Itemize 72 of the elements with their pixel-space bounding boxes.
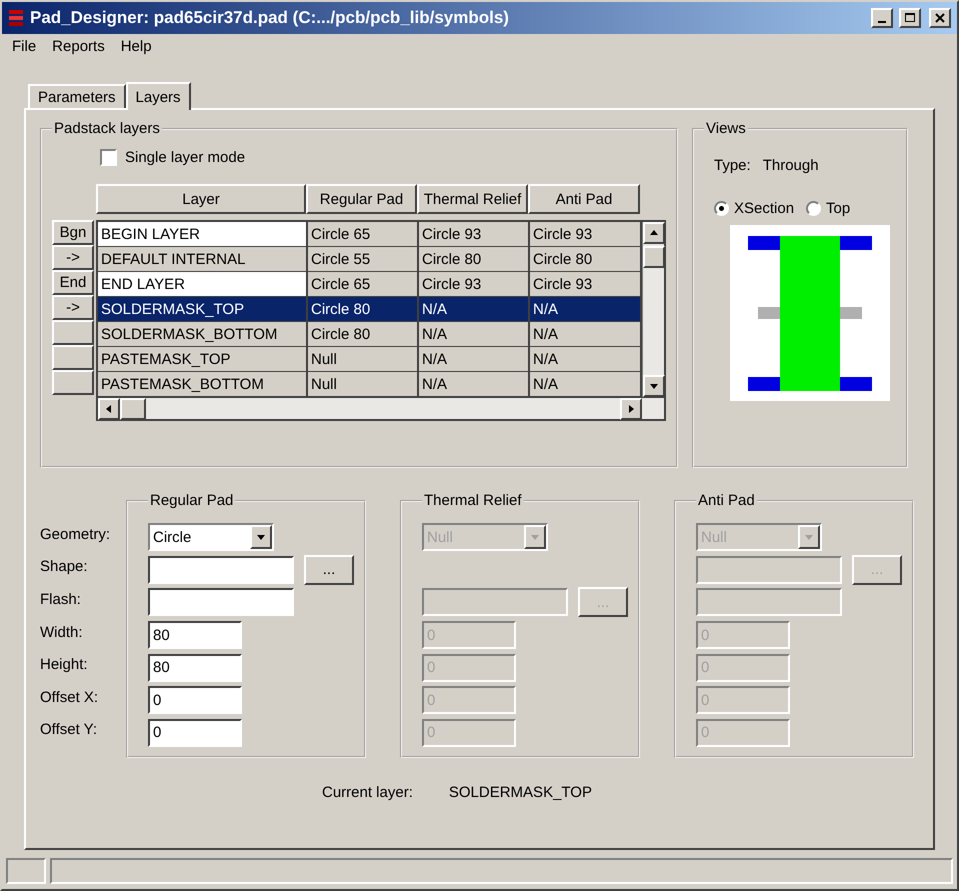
scroll-left-icon — [104, 404, 114, 414]
input-field[interactable]: 80 — [148, 621, 242, 650]
group-title: Thermal Relief — [423, 492, 523, 509]
input-field[interactable] — [148, 588, 294, 616]
browse-button[interactable]: ... — [304, 554, 354, 585]
field-label: Height: — [40, 655, 89, 676]
close-button[interactable] — [929, 8, 951, 28]
field-label: Width: — [40, 622, 84, 643]
group-title: Regular Pad — [149, 492, 234, 509]
table-cell[interactable]: N/A — [419, 297, 530, 321]
close-icon — [935, 13, 945, 23]
field-label: Shape: — [40, 557, 89, 578]
group-title: Padstack layers — [53, 120, 161, 137]
input-field[interactable]: 80 — [148, 654, 242, 682]
checkbox-label: Single layer mode — [125, 149, 246, 166]
scroll-right-icon — [626, 404, 636, 414]
checkbox[interactable] — [100, 149, 117, 166]
status-pane — [6, 858, 46, 884]
column-header[interactable]: Layer — [96, 184, 306, 214]
horizontal-scrollbar[interactable] — [98, 397, 664, 419]
table-cell[interactable]: N/A — [530, 297, 642, 321]
minimize-button[interactable] — [871, 8, 893, 28]
radio-button[interactable] — [714, 201, 729, 216]
row-button[interactable]: -> — [52, 295, 94, 320]
group-title: Views — [705, 120, 747, 137]
current-layer-label: Current layer: — [322, 784, 413, 801]
radio-label: XSection — [734, 200, 794, 217]
tab[interactable]: Parameters — [28, 84, 126, 108]
vertical-scrollbar[interactable] — [642, 222, 664, 397]
input-field[interactable]: 0 — [148, 718, 242, 747]
app-logo-icon — [8, 8, 24, 28]
type-label: Type: — [714, 157, 751, 174]
input-field[interactable]: 0 — [148, 686, 242, 714]
field-label: Offset Y: — [40, 720, 98, 740]
scroll-down-icon — [649, 381, 659, 391]
input-field[interactable] — [148, 556, 294, 584]
column-header[interactable]: Thermal Relief — [417, 184, 528, 214]
scroll-thumb[interactable] — [120, 398, 146, 420]
dropdown-arrow-icon — [256, 532, 266, 542]
type-value: Through — [762, 157, 819, 174]
column-header[interactable]: Regular Pad — [306, 184, 417, 214]
tab[interactable]: Layers — [126, 82, 191, 110]
field-label: Geometry: — [40, 524, 112, 545]
row-button[interactable] — [52, 345, 94, 370]
table-cell[interactable]: Circle 80 — [308, 297, 419, 321]
dropdown-arrow-icon — [804, 532, 814, 542]
group-title: Anti Pad — [697, 492, 756, 509]
row-button[interactable]: -> — [52, 245, 94, 270]
geometry-dropdown[interactable]: Circle — [148, 523, 274, 552]
maximize-button[interactable] — [899, 8, 921, 28]
row-button[interactable] — [52, 320, 94, 345]
scroll-thumb[interactable] — [643, 246, 665, 268]
row-button[interactable] — [52, 370, 94, 395]
radio-button[interactable] — [806, 201, 822, 216]
menu-item[interactable]: Help — [114, 38, 158, 56]
current-layer-value: SOLDERMASK_TOP — [448, 784, 592, 801]
maximize-icon — [905, 13, 915, 23]
window-title: Pad_Designer: pad65cir37d.pad (C:.../pcb/pcb_lib/symbols) — [30, 8, 510, 28]
menu-item[interactable]: File — [6, 38, 42, 56]
scroll-up-icon — [649, 228, 659, 238]
row-button[interactable]: End — [52, 270, 94, 295]
table-cell[interactable]: BEGIN LAYER — [98, 222, 308, 246]
column-header[interactable]: Anti Pad — [528, 184, 640, 214]
radio-label: Top — [826, 200, 850, 217]
dropdown-arrow-icon — [530, 532, 540, 542]
table-cell[interactable]: END LAYER — [98, 272, 308, 296]
row-button[interactable]: Bgn — [52, 220, 94, 245]
field-label: Flash: — [40, 590, 82, 610]
minimize-icon — [878, 20, 886, 22]
menu-item[interactable]: Reports — [46, 38, 111, 56]
table-cell[interactable]: SOLDERMASK_TOP — [98, 297, 308, 321]
field-label: Offset X: — [40, 688, 100, 708]
